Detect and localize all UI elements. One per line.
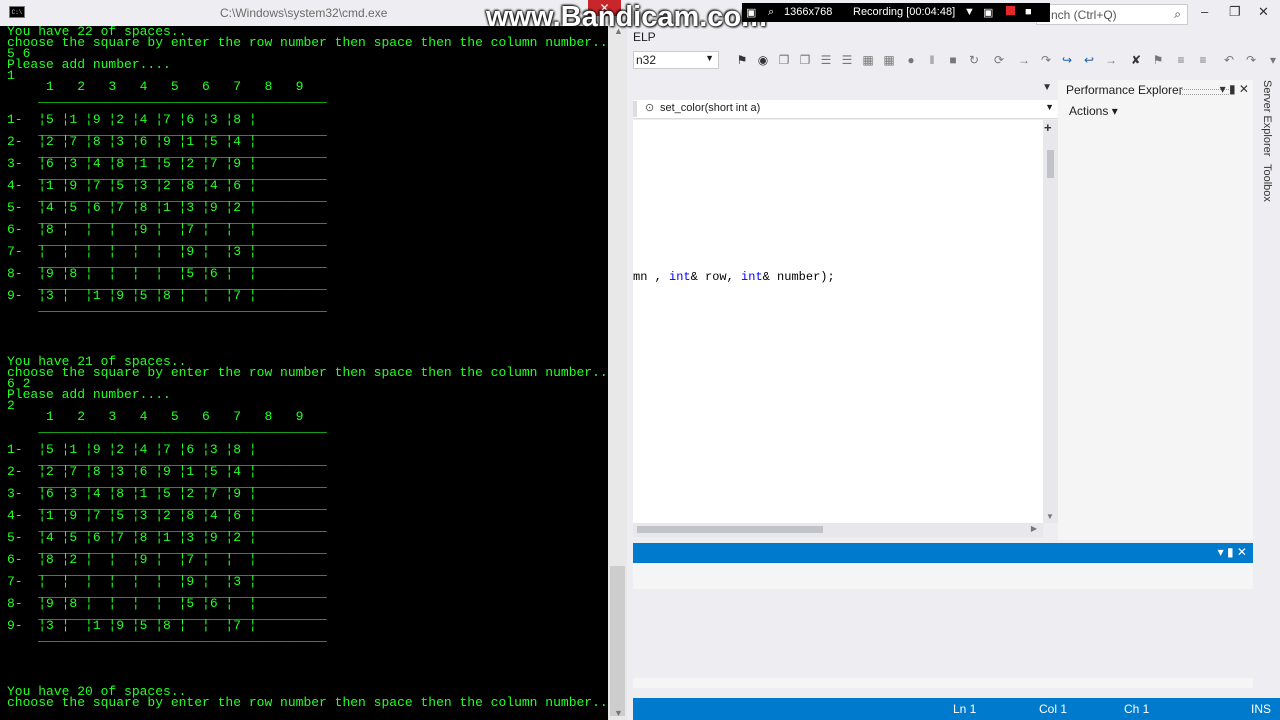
record-icon[interactable]: ● xyxy=(905,54,917,66)
record-icon[interactable] xyxy=(1006,6,1015,15)
bookmark-icon[interactable]: ⚑ xyxy=(1152,54,1164,66)
member-dropdown-value: set_color(short int a) xyxy=(660,102,761,114)
uncomment-icon[interactable]: ≡ xyxy=(1197,54,1209,66)
recording-time: Recording [00:04:48] xyxy=(853,6,956,18)
chevron-down-icon[interactable]: ▼ xyxy=(964,6,975,18)
list-icon[interactable]: ☰ xyxy=(820,54,832,66)
vs-toolbar: n32 ▼ ⚑ ◉ ❐ ❐ ☰ ☰ ▦ ▦ ● ‖ ■ ↻ ⟳ → ↷ ↪ ↩ … xyxy=(633,48,1280,74)
member-navigation-bar[interactable]: ⊙ set_color(short int a) ▼ xyxy=(633,100,1058,119)
grid-icon[interactable]: ▦ xyxy=(862,54,874,66)
paste-icon[interactable]: ❐ xyxy=(799,54,811,66)
quick-launch-placeholder: nch (Ctrl+Q) xyxy=(1051,8,1117,22)
attach-icon[interactable]: ⚑ xyxy=(736,54,748,66)
screenshot-icon[interactable]: ◉ xyxy=(757,54,769,66)
close-icon[interactable]: ✕ xyxy=(1258,4,1269,20)
overflow-icon[interactable]: ▾ xyxy=(1267,54,1279,66)
code-editor[interactable]: mn , int& row, int& number); xyxy=(633,120,1043,523)
scroll-thumb[interactable] xyxy=(1047,150,1054,178)
recording-resolution: 1366x768 xyxy=(784,6,833,18)
search-icon[interactable]: ⌕ xyxy=(768,6,774,19)
quick-launch-input[interactable]: nch (Ctrl+Q) ⌕ xyxy=(1036,4,1188,25)
console-line: Please add number.... xyxy=(7,387,171,402)
comment-icon[interactable]: ≡ xyxy=(1175,54,1187,66)
toggle-breakpoint-icon[interactable]: ✘ xyxy=(1130,54,1142,66)
console-line: _____________________________________ xyxy=(7,629,327,644)
console-output[interactable]: You have 22 of spaces.. choose the square… xyxy=(0,26,608,720)
step-over-blue-icon[interactable]: ↪ xyxy=(1061,54,1073,66)
status-line: Ln 1 xyxy=(953,702,977,716)
status-bar: Ln 1 Col 1 Ch 1 INS xyxy=(633,698,1280,720)
pause-icon[interactable]: ‖ xyxy=(926,54,938,66)
undo-icon[interactable]: ↶ xyxy=(1223,54,1235,66)
document-list-dropdown-icon[interactable]: ▼ xyxy=(1042,82,1052,93)
show-next-statement-icon[interactable]: ⟳ xyxy=(993,54,1005,66)
chevron-down-icon: ▼ xyxy=(705,53,714,63)
cmd-window: C:\ C:\Windows\system32\cmd.exe ✕ You ha… xyxy=(0,0,627,720)
panel-buttons[interactable]: ▾ ▮ ✕ xyxy=(1220,82,1249,96)
copy-icon[interactable]: ❐ xyxy=(778,54,790,66)
scroll-right-icon[interactable]: ▶ xyxy=(1031,524,1037,533)
hex-icon[interactable]: → xyxy=(1105,54,1117,66)
step-into-icon[interactable]: → xyxy=(1018,54,1030,66)
scroll-thumb[interactable] xyxy=(610,566,625,716)
console-line: _____________________________________ xyxy=(7,90,327,105)
method-icon: ⊙ xyxy=(645,102,655,114)
editor-horizontal-scrollbar[interactable]: ▶ xyxy=(633,523,1043,537)
performance-explorer-panel: Performance Explorer ▾ ▮ ✕ Actions ▾ xyxy=(1058,80,1253,540)
status-insert-mode: INS xyxy=(1251,702,1272,716)
search-icon[interactable]: ⌕ xyxy=(1174,7,1181,22)
pane-buttons[interactable]: ▾ ▮ ✕ xyxy=(1218,545,1247,559)
output-pane-header: ▾ ▮ ✕ xyxy=(633,543,1253,563)
right-tool-tabs: Server Explorer Toolbox xyxy=(1258,80,1280,700)
console-line: Please add number.... xyxy=(7,57,171,72)
bandicam-watermark: www.Bandicam.com xyxy=(486,1,767,33)
editor-vertical-scrollbar[interactable]: + ▼ xyxy=(1043,120,1058,523)
document-tab-well: ▼ xyxy=(633,80,1058,98)
console-line: choose the square by enter the row numbe… xyxy=(7,35,608,50)
recording-bar: ▣ ⌕ 1366x768 Recording [00:04:48] ▼ ▣ ■ xyxy=(742,3,1050,22)
tab-server-explorer[interactable]: Server Explorer xyxy=(1261,80,1273,156)
console-text: You have 22 of spaces.. choose the square… xyxy=(7,26,608,710)
console-scrollbar[interactable]: ▲ ▼ xyxy=(608,26,627,720)
scroll-down-icon[interactable]: ▼ xyxy=(1046,512,1054,521)
restore-icon[interactable]: ❐ xyxy=(1229,4,1241,20)
list-alt-icon[interactable]: ☰ xyxy=(841,54,853,66)
step-over-icon[interactable]: ↷ xyxy=(1040,54,1052,66)
chevron-down-icon[interactable]: ▼ xyxy=(1045,102,1054,112)
step-out-icon[interactable]: ↩ xyxy=(1083,54,1095,66)
redo-icon[interactable]: ↷ xyxy=(1245,54,1257,66)
actions-dropdown[interactable]: Actions ▾ xyxy=(1069,104,1118,118)
console-line: choose the square by enter the row numbe… xyxy=(7,695,608,710)
output-pane[interactable] xyxy=(633,563,1253,688)
monitor-icon[interactable]: ▣ xyxy=(746,6,756,19)
panel-title: Performance Explorer xyxy=(1066,83,1183,97)
console-line: _____________________________________ xyxy=(7,299,327,314)
stop-icon[interactable]: ■ xyxy=(1025,6,1032,18)
tab-toolbox[interactable]: Toolbox xyxy=(1261,164,1273,202)
stop-icon[interactable]: ■ xyxy=(947,54,959,66)
console-line: _____________________________________ xyxy=(7,420,327,435)
minimize-icon[interactable]: – xyxy=(1201,4,1208,19)
camera-icon[interactable]: ▣ xyxy=(983,6,993,19)
scroll-down-icon[interactable]: ▼ xyxy=(614,708,623,718)
split-editor-icon[interactable]: + xyxy=(1044,120,1052,135)
solution-platform-combo[interactable]: n32 ▼ xyxy=(633,51,719,69)
status-char: Ch 1 xyxy=(1124,702,1150,716)
grid-alt-icon[interactable]: ▦ xyxy=(883,54,895,66)
solution-platform-value: n32 xyxy=(636,53,657,67)
status-column: Col 1 xyxy=(1039,702,1068,716)
console-icon[interactable]: C:\ xyxy=(9,6,25,18)
window-title: C:\Windows\system32\cmd.exe xyxy=(220,6,388,20)
console-line: choose the square by enter the row numbe… xyxy=(7,365,608,380)
scroll-thumb[interactable] xyxy=(637,526,823,533)
code-line: mn , int& row, int& number); xyxy=(633,270,835,284)
restart-icon[interactable]: ↻ xyxy=(968,54,980,66)
